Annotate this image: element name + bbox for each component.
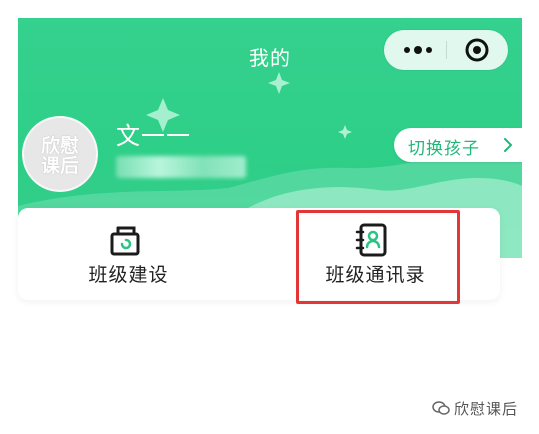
wechat-icon — [432, 401, 450, 415]
target-close-icon[interactable] — [462, 36, 492, 64]
screenshot-canvas: 我的 欣慰 课后 文一一 切换孩子 班级建设 班级通讯录 欣慰课后 — [0, 0, 539, 434]
capsule-divider — [446, 41, 447, 59]
user-name: 文一一 — [116, 122, 191, 150]
avatar[interactable]: 欣慰 课后 — [22, 116, 98, 192]
avatar-logo-text: 欣慰 课后 — [40, 135, 79, 177]
chevron-right-icon — [504, 138, 512, 152]
switch-child-button[interactable]: 切换孩子 — [394, 128, 522, 162]
mini-program-capsule[interactable] — [384, 30, 508, 70]
more-dots-icon[interactable] — [400, 36, 436, 64]
switch-child-label: 切换孩子 — [408, 139, 480, 159]
blurred-user-detail — [116, 156, 246, 178]
class-building-icon — [110, 226, 140, 256]
watermark-text: 欣慰课后 — [454, 400, 519, 418]
highlight-box — [296, 210, 460, 304]
menu-item-class-building[interactable]: 班级建设 — [18, 208, 259, 300]
menu-label-class-building: 班级建设 — [88, 264, 169, 286]
